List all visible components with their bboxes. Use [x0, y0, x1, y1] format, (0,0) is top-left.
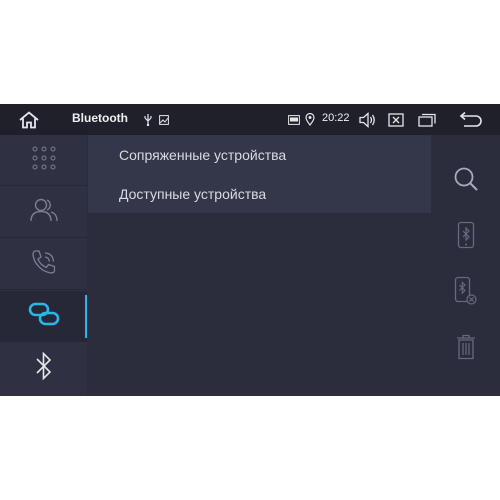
- clock: 20:22: [322, 112, 350, 124]
- phone-remove-icon: [454, 276, 478, 311]
- recent-apps-icon[interactable]: [417, 111, 437, 129]
- sidebar-item-contacts[interactable]: [0, 187, 87, 238]
- back-icon[interactable]: [458, 111, 484, 129]
- search-icon: [453, 166, 479, 197]
- sidebar-item-bluetooth[interactable]: [0, 343, 87, 394]
- dialpad-icon: [31, 145, 57, 176]
- phone-remove-button[interactable]: [431, 275, 500, 311]
- page-title: Bluetooth: [72, 111, 128, 125]
- sidebar: [0, 135, 87, 396]
- volume-icon[interactable]: [358, 111, 378, 129]
- screen: Bluetooth 20:22 Сопряженные устройства Д…: [0, 104, 500, 396]
- menu-item-available-devices[interactable]: Доступные устройства: [119, 186, 266, 202]
- location-icon: [304, 112, 316, 127]
- device-menu: Сопряженные устройства Доступные устройс…: [88, 135, 431, 213]
- search-button[interactable]: [431, 163, 500, 199]
- link-icon: [28, 301, 60, 332]
- picture-icon: [158, 114, 170, 126]
- sidebar-item-call-log[interactable]: [0, 239, 87, 290]
- sidebar-item-dialpad[interactable]: [0, 135, 87, 186]
- contacts-icon: [29, 197, 59, 228]
- trash-icon: [456, 334, 476, 365]
- close-window-icon[interactable]: [387, 111, 405, 129]
- active-indicator: [85, 295, 87, 338]
- usb-icon: [142, 113, 154, 127]
- call-log-icon: [30, 248, 58, 281]
- status-bar: Bluetooth 20:22: [0, 104, 500, 135]
- delete-button[interactable]: [431, 331, 500, 367]
- bluetooth-icon: [34, 351, 54, 386]
- sidebar-item-link[interactable]: [0, 291, 87, 342]
- phone-bluetooth-button[interactable]: [431, 219, 500, 255]
- right-actions: [431, 135, 500, 396]
- cast-icon: [287, 114, 301, 126]
- menu-item-paired-devices[interactable]: Сопряженные устройства: [119, 147, 286, 163]
- home-icon[interactable]: [16, 109, 42, 131]
- phone-bluetooth-icon: [457, 221, 475, 254]
